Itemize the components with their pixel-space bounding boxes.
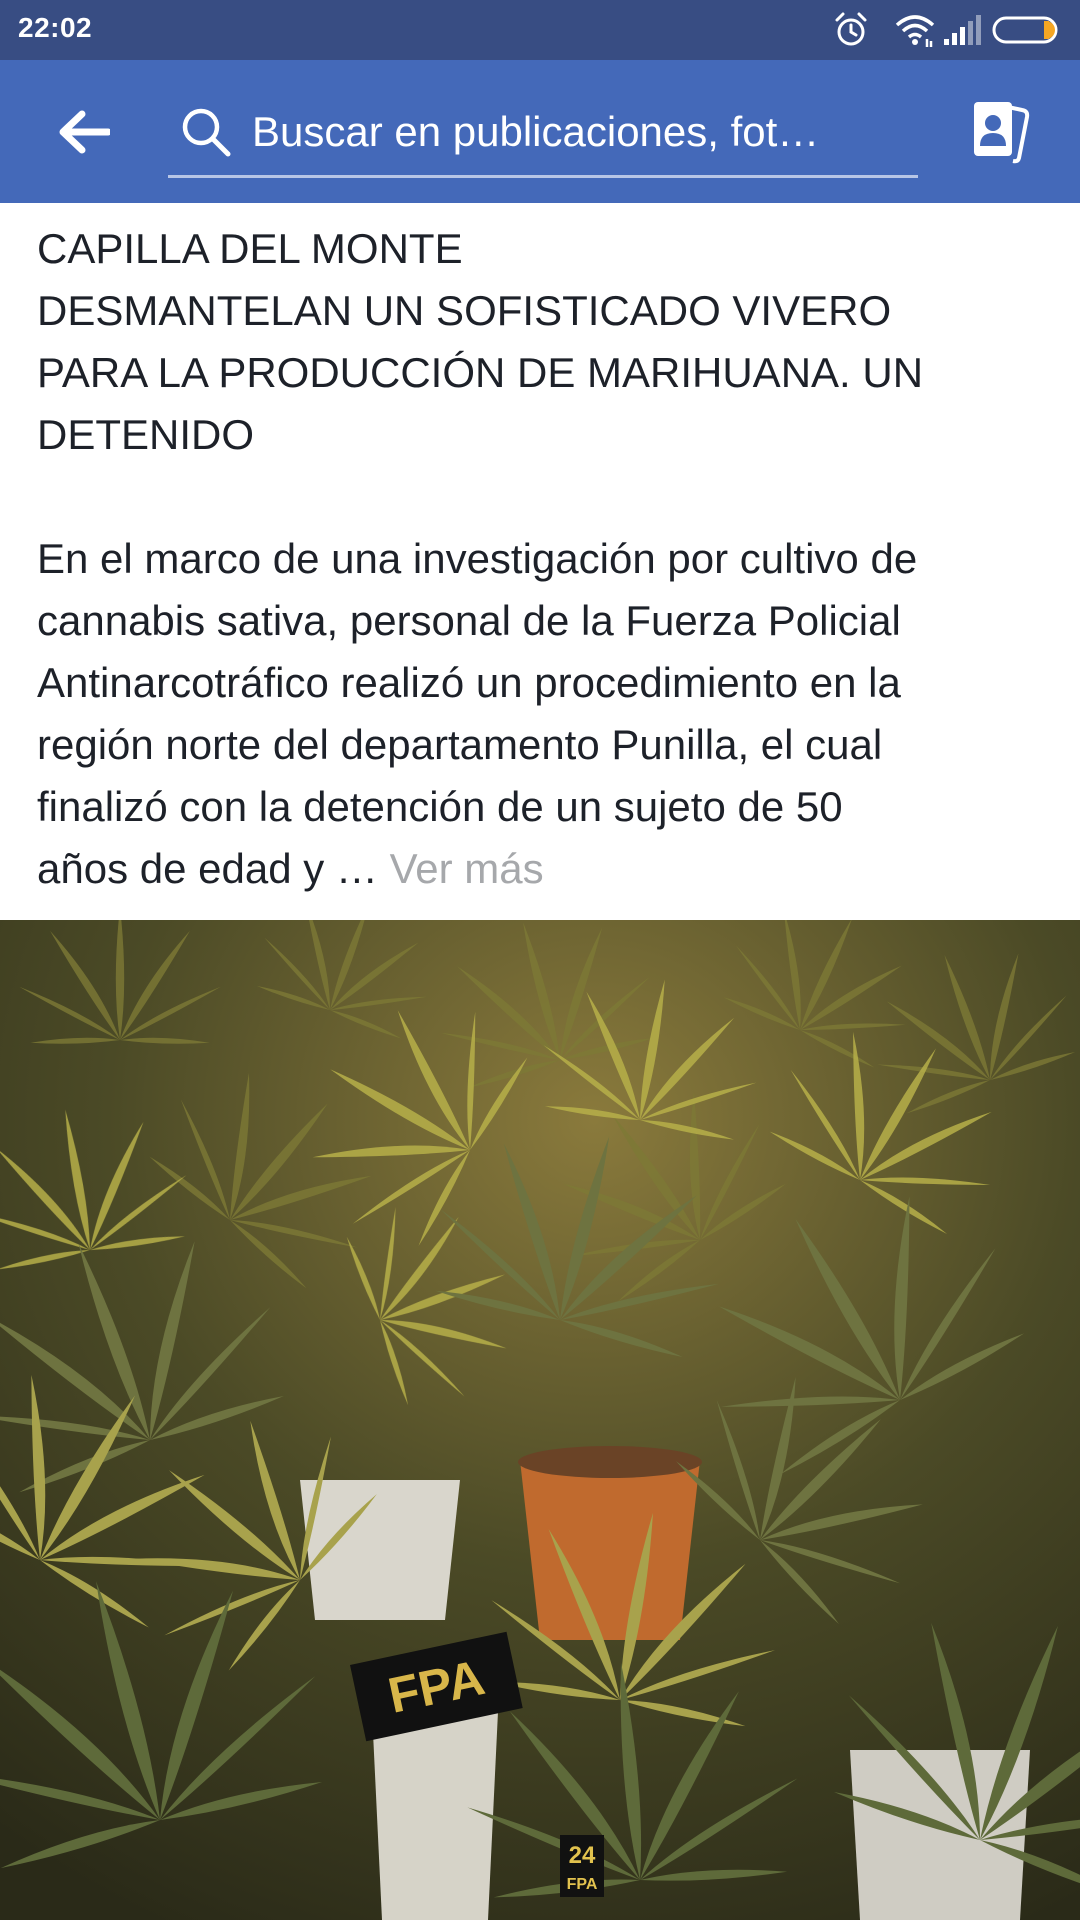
alarm-icon (835, 12, 867, 46)
post-headline-line: CAPILLA DEL MONTE (37, 225, 463, 272)
battery-icon (992, 16, 1058, 44)
app-bar (0, 60, 1080, 203)
status-time: 22:02 (18, 12, 93, 43)
contacts-button[interactable] (964, 96, 1036, 168)
wifi-icon (895, 15, 935, 47)
tag-number: 24 (569, 1842, 596, 1869)
see-more-link[interactable]: Ver más (390, 845, 544, 892)
post-body-line: En el marco de una investigación por cul… (37, 535, 918, 582)
post-body-last-line: años de edad y … Ver más (37, 838, 1057, 900)
post-body-line: finalizó con la detención de un sujeto d… (37, 783, 843, 830)
post-headline-line: PARA LA PRODUCCIÓN DE MARIHUANA. UN (37, 349, 924, 396)
post-headline-line: DESMANTELAN UN SOFISTICADO VIVERO (37, 287, 892, 334)
post-spacer (37, 466, 1057, 528)
post-body-line: cannabis sativa, personal de la Fuerza P… (37, 597, 901, 644)
tag-text: FPA (567, 1876, 598, 1893)
search-input[interactable] (252, 104, 902, 160)
search-icon (182, 108, 231, 157)
evidence-tag: 24 FPA (560, 1835, 604, 1897)
arrow-left-icon (59, 110, 110, 154)
post-body-truncated: años de edad y … (37, 845, 390, 892)
back-button[interactable] (48, 100, 120, 164)
post-body-line: región norte del departamento Punilla, e… (37, 721, 883, 768)
search-box[interactable] (168, 88, 918, 178)
cannabis-plants-image: FPA 24 FPA (0, 920, 1080, 1920)
signal-icon (944, 15, 981, 45)
post-photo[interactable]: FPA 24 FPA (0, 920, 1080, 1920)
post-body-line: Antinarcotráfico realizó un procedimient… (37, 659, 901, 706)
status-bar: 22:02 (0, 0, 1080, 60)
post-text: CAPILLA DEL MONTE DESMANTELAN UN SOFISTI… (37, 218, 1057, 900)
contacts-icon (974, 102, 1030, 164)
post-headline-line: DETENIDO (37, 411, 255, 458)
